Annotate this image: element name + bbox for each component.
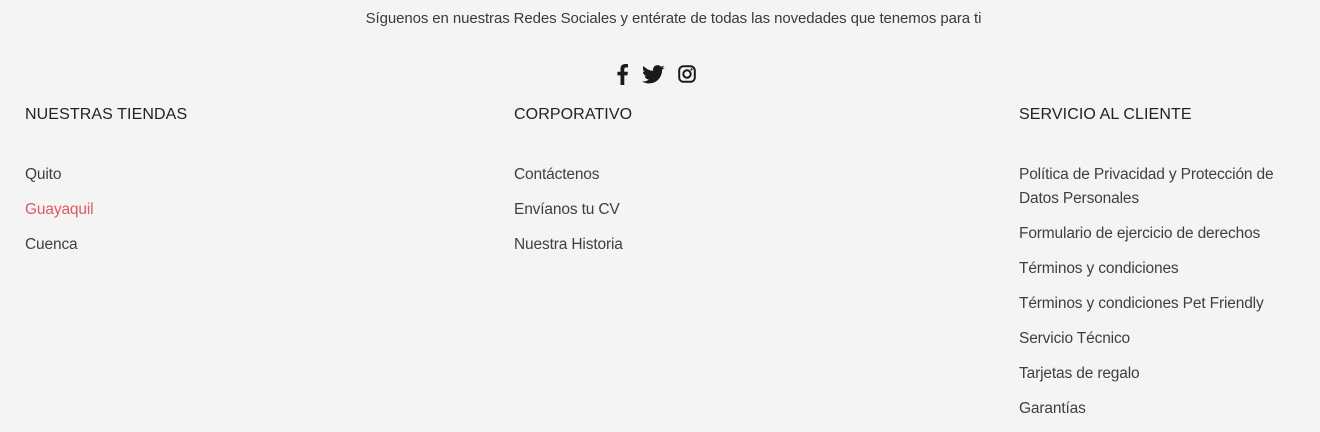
terms-link[interactable]: Términos y condiciones [1019, 257, 1299, 281]
facebook-link[interactable] [616, 63, 629, 85]
contact-link[interactable]: Contáctenos [514, 163, 623, 187]
social-links [616, 62, 696, 86]
warranties-link[interactable]: Garantías [1019, 397, 1299, 421]
customer-service-column: SERVICIO AL CLIENTE Política de Privacid… [1019, 104, 1309, 417]
rights-form-link[interactable]: Formulario de ejercicio de derechos [1019, 222, 1299, 246]
store-link-guayaquil[interactable]: Guayaquil [25, 198, 94, 222]
pet-friendly-terms-link[interactable]: Términos y condiciones Pet Friendly [1019, 292, 1299, 316]
follow-us-text: Síguenos en nuestras Redes Sociales y en… [365, 10, 982, 27]
twitter-icon [642, 64, 665, 83]
facebook-icon [617, 64, 628, 85]
stores-column: NUESTRAS TIENDAS Quito Guayaquil Cuenca [25, 104, 425, 253]
store-link-cuenca[interactable]: Cuenca [25, 233, 93, 257]
technical-service-link[interactable]: Servicio Técnico [1019, 327, 1299, 351]
send-cv-link[interactable]: Envíanos tu CV [514, 198, 623, 222]
store-link-quito[interactable]: Quito [25, 163, 93, 187]
stores-list: Quito Guayaquil Cuenca [25, 163, 94, 268]
stores-heading: NUESTRAS TIENDAS [25, 106, 188, 123]
customer-service-list: Política de Privacidad y Protección de D… [1019, 163, 1299, 432]
instagram-link[interactable] [678, 65, 696, 83]
corporate-column: CORPORATIVO Contáctenos Envíanos tu CV N… [514, 104, 914, 253]
twitter-link[interactable] [642, 64, 665, 84]
corporate-list: Contáctenos Envíanos tu CV Nuestra Histo… [514, 163, 623, 268]
privacy-policy-link[interactable]: Política de Privacidad y Protección de D… [1019, 163, 1299, 211]
instagram-icon [678, 65, 696, 83]
our-history-link[interactable]: Nuestra Historia [514, 233, 623, 257]
gift-cards-link[interactable]: Tarjetas de regalo [1019, 362, 1299, 386]
corporate-heading: CORPORATIVO [514, 106, 633, 123]
customer-service-heading: SERVICIO AL CLIENTE [1019, 106, 1192, 123]
